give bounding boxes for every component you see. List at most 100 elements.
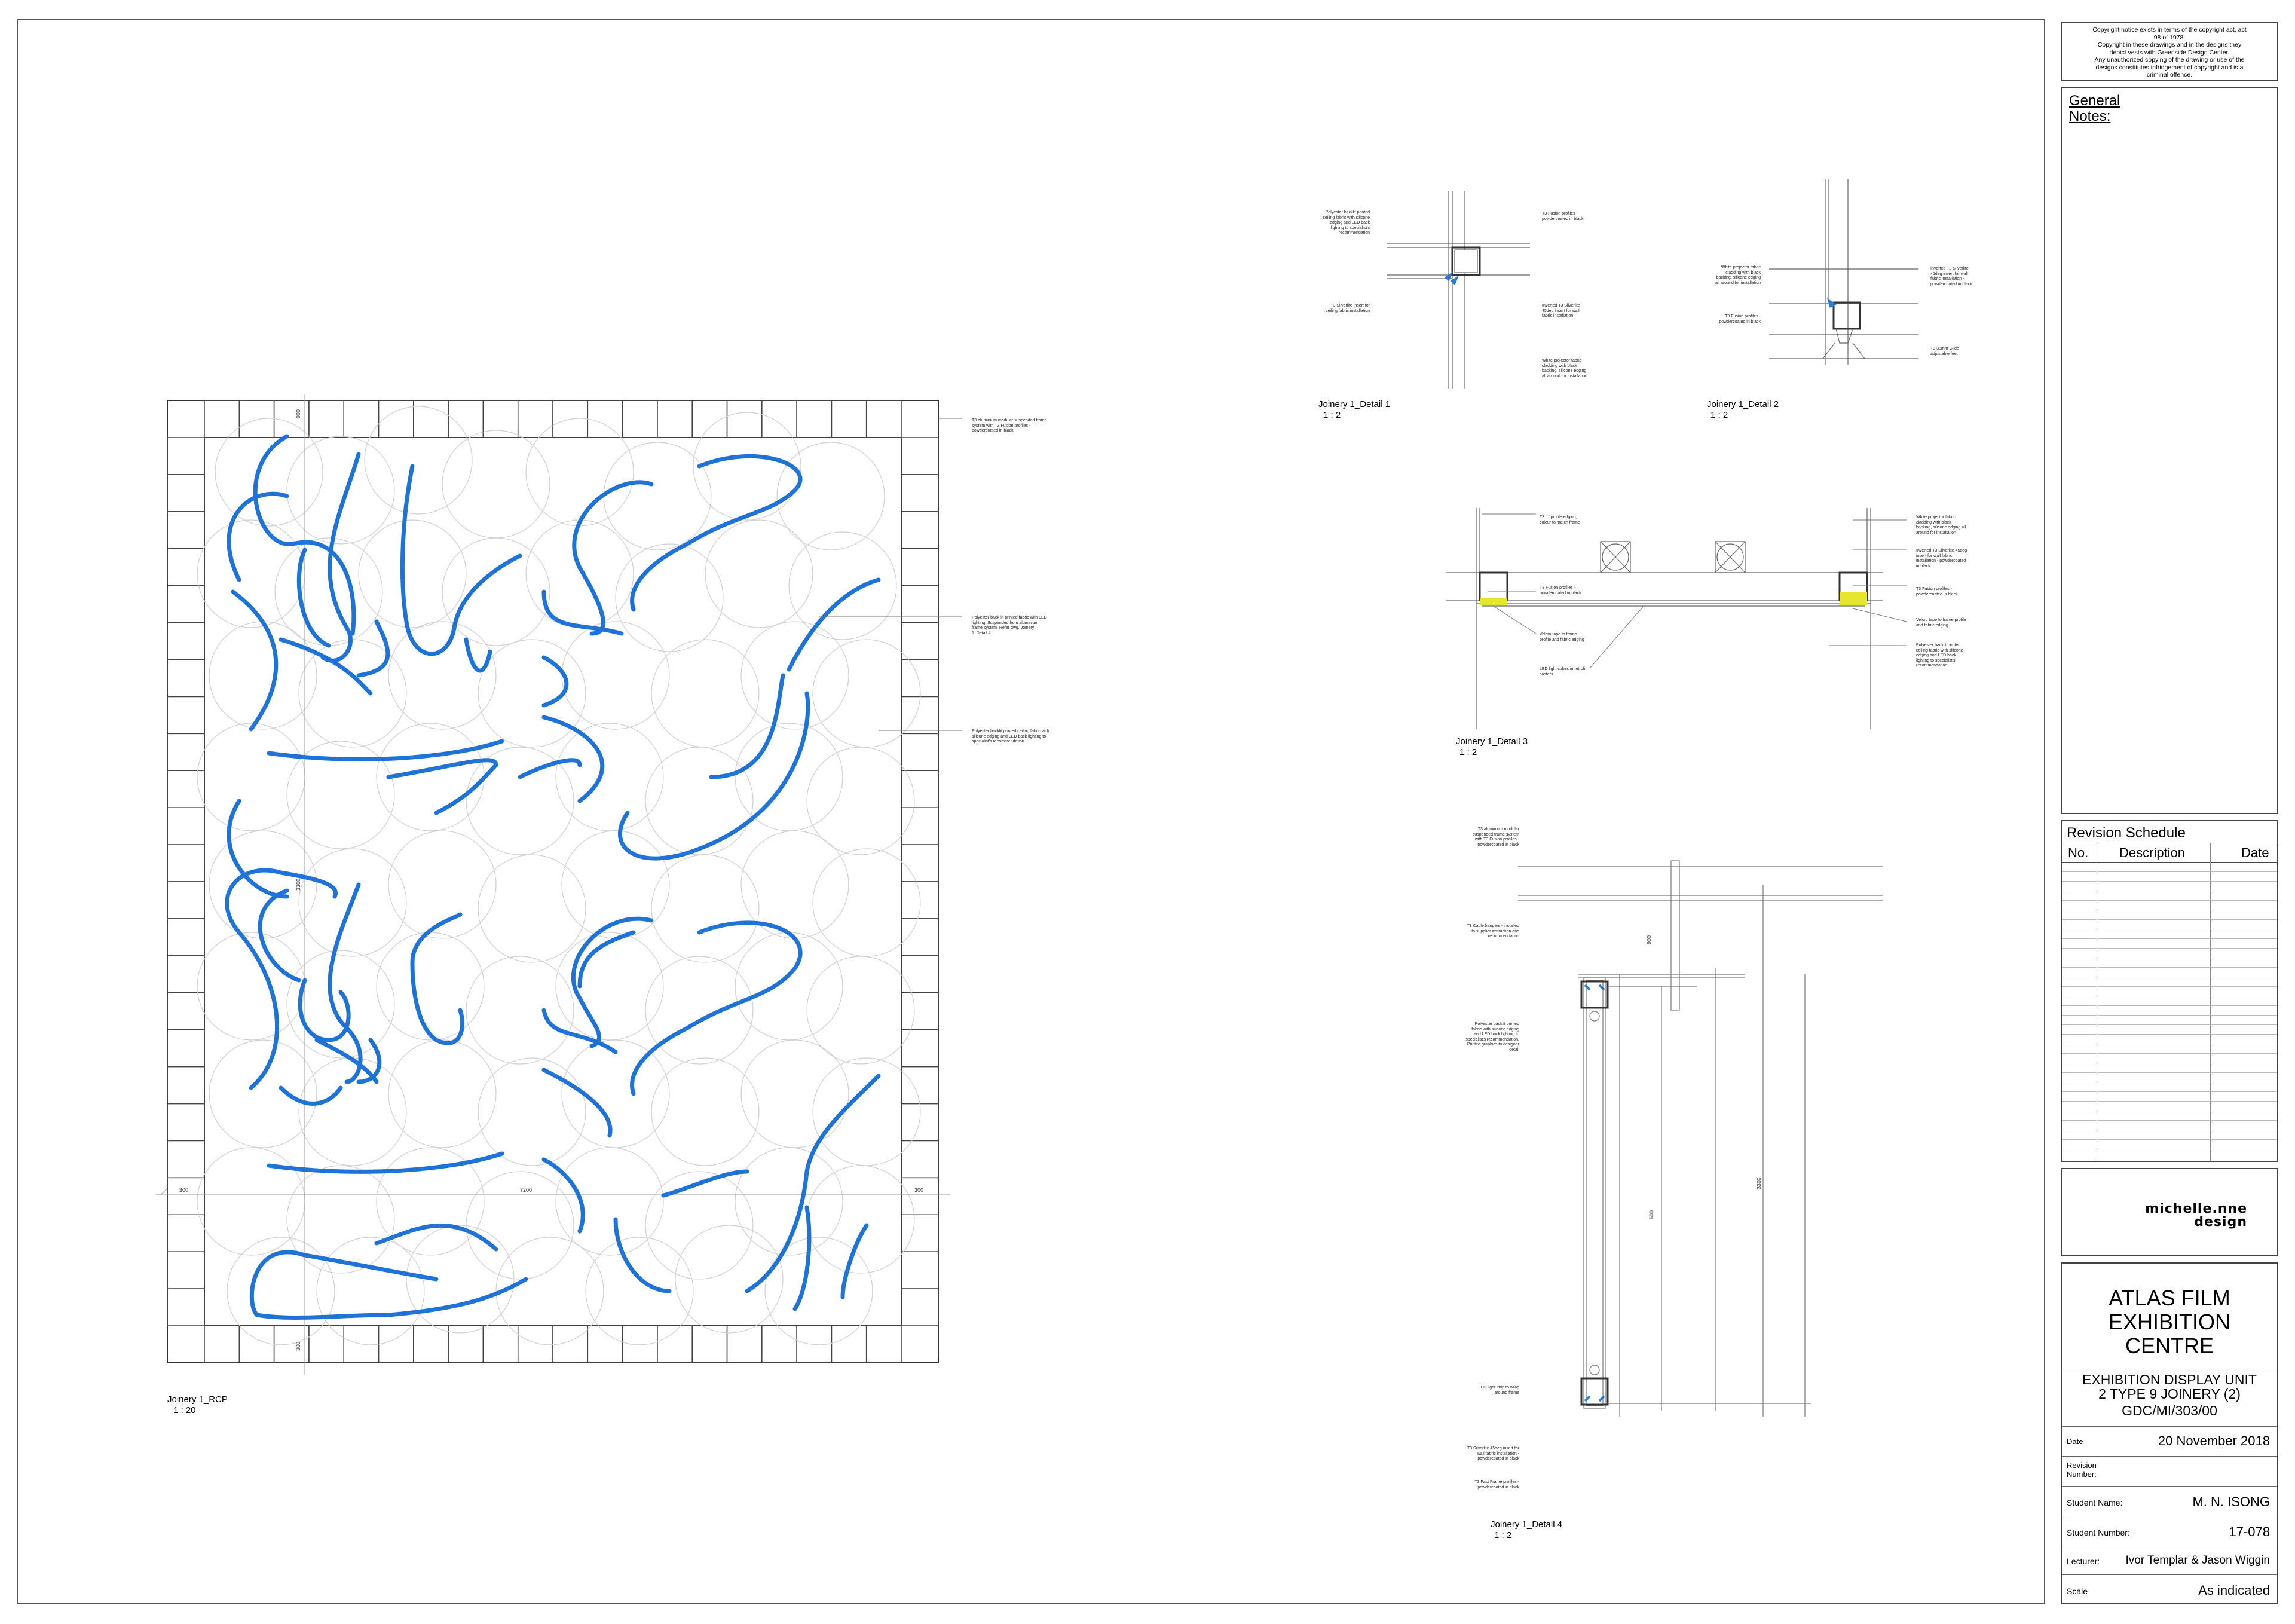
perimeter-module [167,474,205,512]
perimeter-module [901,1251,939,1289]
light-circle [561,1039,670,1148]
revision-col-description: Description [2119,845,2186,860]
detail4-section: 900 600 3300 [1518,860,1883,1417]
logo-box: michelle.nne design [2061,1168,2278,1256]
detail3-callout-7: T3 Fusion profiles - powdercoated in bla… [1916,587,1958,597]
detail2-callout-3: T3 Fusion profiles - powdercoated in bla… [1719,314,1761,324]
perimeter-module [901,1288,939,1326]
detail4-dim-1: 900 [1646,935,1652,944]
fabric-curve [630,454,803,612]
perimeter-module [167,1288,205,1326]
revision-row [2062,938,2277,939]
rcp-title: Joinery 1_RCP [167,1394,228,1405]
rcp-callout-1: T3 aluminium modular suspended frame sys… [972,418,1047,433]
perimeter-module [343,400,380,438]
perimeter-module [167,1066,205,1105]
perimeter-module [308,1325,344,1363]
rcp-dimension-text: 900 3300 7200 300 300 300 [179,409,923,1351]
rcp-inner-frame [204,437,902,1326]
light-circle [316,1237,425,1345]
detail3-velcro-right [1840,592,1867,605]
light-circle [442,537,550,646]
fabric-curve [572,480,654,636]
perimeter-module [865,1325,902,1363]
detail3-callout-2: T3 Fusion profiles - powdercoated in bla… [1540,586,1581,595]
perimeter-module [167,1214,205,1252]
light-circle [388,1039,497,1148]
light-circle [388,621,497,730]
student-number-label: Student Number: [2067,1528,2130,1537]
title-block: ATLAS FILM EXHIBITION CENTRE EXHIBITION … [2061,1262,2278,1604]
revision-row [2062,1101,2277,1102]
revision-row [2062,1091,2277,1092]
revision-row [2062,1005,2277,1006]
perimeter-module [517,400,553,438]
light-circle [286,1165,395,1274]
revision-row [2062,1072,2277,1073]
fabric-curve [249,1250,391,1320]
light-circle [740,621,849,730]
general-notes-box: General Notes: [2061,87,2278,814]
light-circle [478,639,586,748]
rcp-dim-left: 300 [179,1187,188,1193]
fabric-curve [279,637,373,696]
fabric-curve [314,1038,379,1084]
revision-row [2062,1034,2277,1035]
perimeter-module [726,1325,763,1363]
light-circle [603,442,712,550]
light-circle [286,950,395,1059]
fabric-curve [231,589,279,732]
revision-row [2062,967,2277,968]
perimeter-module [167,548,205,586]
copyright-line: designs constitutes infringement of copy… [2095,63,2244,71]
light-circle [478,1057,586,1166]
detail3-velcro-left [1480,598,1507,605]
light-circle [406,1225,515,1334]
perimeter-module [238,1325,275,1363]
fabric-curve [518,758,582,779]
general-notes-heading-1: General [2069,93,2120,109]
logo-line-1: michelle.nne [2145,1201,2247,1216]
perimeter-module [448,1325,484,1363]
perimeter-module [204,400,240,438]
light-circle [651,639,760,748]
project-title-3: CENTRE [2125,1334,2214,1358]
rcp-scale: 1 : 20 [173,1405,196,1415]
detail2-scale: 1 : 2 [1710,410,1728,420]
detail2-callout-2: Inverted T3 Silverlite 45deg insert for … [1930,267,1972,286]
perimeter-module [901,992,939,1030]
copyright-box: Copyright notice exists in terms of the … [2061,22,2278,81]
perimeter-module [587,400,623,438]
perimeter-module [761,400,797,438]
perimeter-module [901,881,939,919]
perimeter-module [901,733,939,771]
light-circle [812,848,921,957]
perimeter-module [901,437,939,475]
perimeter-module [901,1177,939,1216]
revision-col-no: No. [2068,845,2089,860]
perimeter-module [167,1140,205,1179]
revision-number-label-2: Number: [2067,1470,2097,1479]
perimeter-module [622,400,658,438]
detail2-section [1769,179,1918,365]
fabric-curve [787,577,881,672]
light-circle [286,436,395,545]
perimeter-module [726,400,763,438]
detail1-callout-1: Polyester backlit printed ceiling fabric… [1323,210,1370,235]
light-circle [298,639,407,748]
revision-col-date: Date [2241,845,2269,860]
perimeter-module [378,1325,414,1363]
fabric-curve [709,673,785,779]
perimeter-module [796,400,833,438]
detail4-callout-3: Polyester backlit printed fabric with si… [1465,1022,1519,1052]
copyright-line: criminal offence. [2146,71,2193,78]
perimeter-module [865,400,902,438]
perimeter-module [831,1325,867,1363]
perimeter-module [167,1029,205,1068]
light-circle [812,639,921,748]
light-circle [776,442,885,550]
detail4-title: Joinery 1_Detail 4 [1491,1519,1563,1530]
general-notes-heading-2: Notes: [2069,108,2111,124]
perimeter-module [901,955,939,993]
perimeter-module [831,400,867,438]
